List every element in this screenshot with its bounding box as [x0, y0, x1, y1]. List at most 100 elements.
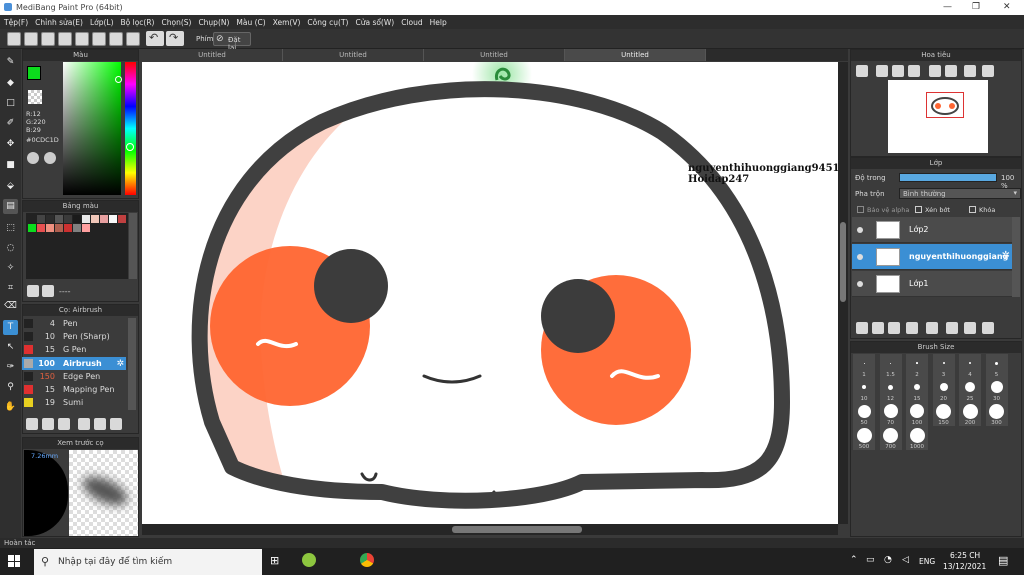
windows-start-icon[interactable] [8, 555, 20, 567]
brush-add-icon[interactable] [26, 418, 38, 430]
layer-settings-icon[interactable]: ✲ [1002, 250, 1010, 261]
menu-file[interactable]: Tệp(F) [4, 18, 28, 27]
close-icon[interactable]: ✕ [1003, 2, 1011, 12]
menu-window[interactable]: Cửa sổ(W) [355, 18, 394, 27]
brush-tool-icon[interactable]: ✎ [3, 55, 18, 70]
brush-size-cell[interactable]: 10 [853, 378, 875, 402]
merge-layer-icon[interactable] [964, 322, 976, 334]
hand-tool-icon[interactable]: ✋ [3, 400, 18, 415]
delete-layer-icon[interactable] [982, 322, 994, 334]
duplicate-layer-icon[interactable] [946, 322, 958, 334]
palette-swatch[interactable] [82, 224, 90, 232]
move-tool-icon[interactable]: ✥ [3, 137, 18, 152]
minimize-icon[interactable]: — [943, 2, 952, 12]
new-file-icon[interactable] [41, 32, 55, 46]
add-layer-icon[interactable] [856, 322, 868, 334]
magic-wand-icon[interactable]: ✧ [3, 261, 18, 276]
brush-size-cell[interactable]: 1 [853, 354, 875, 378]
brush-size-cell[interactable]: 70 [879, 402, 902, 426]
brush-size-cell[interactable]: 25 [959, 378, 981, 402]
palette-swatch[interactable] [73, 215, 81, 223]
palette-swatch[interactable] [55, 215, 63, 223]
tab-untitled-2[interactable]: Untitled [283, 49, 424, 61]
menu-layer[interactable]: Lớp(L) [90, 18, 114, 27]
palette-swatch[interactable] [28, 224, 36, 232]
brush-size-cell[interactable]: 700 [879, 426, 902, 450]
brush-size-cell[interactable]: 200 [959, 402, 981, 426]
select-tool-icon[interactable]: ⬚ [3, 221, 18, 236]
brush-size-cell[interactable]: 20 [932, 378, 955, 402]
chrome-taskbar-icon[interactable] [360, 553, 374, 567]
layer-row-lop2[interactable]: Lớp2 [852, 217, 1012, 243]
brush-size-cell[interactable]: 1000 [906, 426, 928, 450]
save-icon[interactable] [58, 32, 72, 46]
redo-button[interactable]: ↷ [166, 31, 184, 46]
brush-size-cell[interactable]: 1.5 [879, 354, 902, 378]
text-tool-icon[interactable]: T [3, 320, 18, 335]
palette-delete-icon[interactable] [42, 285, 54, 297]
rotate-right-icon[interactable] [964, 65, 976, 77]
brush-item[interactable]: 15 G Pen [22, 343, 126, 356]
grid-icon[interactable] [92, 32, 106, 46]
sv-cursor[interactable] [115, 76, 122, 83]
add-1bit-layer-icon[interactable] [888, 322, 900, 334]
select-eraser-icon[interactable]: ⌫ [3, 299, 18, 314]
layer-row-watermark[interactable]: nguyenthihuonggiang ✲ [852, 244, 1012, 270]
eye-icon[interactable] [857, 254, 863, 260]
hue-slider[interactable] [125, 62, 136, 195]
taskbar-search[interactable]: ⚲ Nhập tại đây để tìm kiếm [34, 549, 262, 575]
upload-icon[interactable] [24, 32, 38, 46]
gradient-tool-icon[interactable]: ▤ [3, 199, 18, 214]
navigator-thumbnail[interactable] [888, 80, 988, 153]
horizontal-scrollbar[interactable] [142, 524, 838, 535]
menu-help[interactable]: Help [430, 18, 447, 27]
actual-size-icon[interactable] [908, 65, 920, 77]
palette-swatch[interactable] [64, 224, 72, 232]
tab-untitled-3[interactable]: Untitled [424, 49, 565, 61]
brush-duplicate-icon[interactable] [110, 418, 122, 430]
palette-swatch[interactable] [28, 215, 36, 223]
brush-menu-icon[interactable] [58, 418, 70, 430]
select-pen-icon[interactable]: ⌗ [3, 281, 18, 296]
palette-add-icon[interactable] [27, 285, 39, 297]
v-scroll-thumb[interactable] [840, 222, 846, 302]
protect-alpha-checkbox[interactable] [857, 206, 864, 213]
palette-swatch[interactable] [91, 215, 99, 223]
brush-item[interactable]: 10 Pen (Sharp) [22, 330, 126, 343]
zoom-in-icon[interactable] [856, 65, 868, 77]
color-wheel-icon[interactable] [27, 152, 39, 164]
menu-filter[interactable]: Bộ lọc(R) [121, 18, 155, 27]
menu-select[interactable]: Chọn(S) [161, 18, 191, 27]
navigator-viewport[interactable] [926, 92, 964, 118]
clock-date[interactable]: 13/12/2021 [943, 562, 986, 571]
tab-untitled-4[interactable]: Untitled [565, 49, 706, 61]
divide-tool-icon[interactable]: ✑ [3, 360, 18, 375]
brush-size-cell[interactable]: 15 [906, 378, 928, 402]
palette-scrollbar[interactable] [129, 213, 137, 279]
h-scroll-thumb[interactable] [452, 526, 582, 533]
palette-swatch[interactable] [109, 215, 117, 223]
palette-swatch[interactable] [73, 224, 81, 232]
brush-scrollbar[interactable] [128, 318, 136, 410]
palette-swatch[interactable] [82, 215, 90, 223]
fit-icon[interactable] [892, 65, 904, 77]
palette-swatch[interactable] [37, 215, 45, 223]
rect-tool-icon[interactable]: □ [3, 96, 18, 111]
rotate-left-icon[interactable] [929, 65, 941, 77]
palette-swatch[interactable] [100, 215, 108, 223]
menu-tools[interactable]: Công cụ(T) [307, 18, 348, 27]
clip-checkbox[interactable] [915, 206, 922, 213]
chevron-up-icon[interactable]: ⌃ [850, 555, 858, 565]
add-8bit-layer-icon[interactable] [872, 322, 884, 334]
menu-color[interactable]: Màu (C) [236, 18, 265, 27]
brush-new-icon[interactable] [42, 418, 54, 430]
eyedropper-icon[interactable]: ⚲ [3, 380, 18, 395]
transparent-color[interactable] [28, 90, 42, 104]
palette-swatch[interactable] [55, 224, 63, 232]
lasso-tool-icon[interactable]: ◌ [3, 241, 18, 256]
brush-settings-icon[interactable]: ✲ [116, 359, 124, 369]
opacity-slider[interactable] [899, 173, 997, 182]
color-picker-icon[interactable] [44, 152, 56, 164]
clock-time[interactable]: 6:25 CH [950, 551, 980, 560]
brush-item[interactable]: 150 Edge Pen [22, 370, 126, 383]
